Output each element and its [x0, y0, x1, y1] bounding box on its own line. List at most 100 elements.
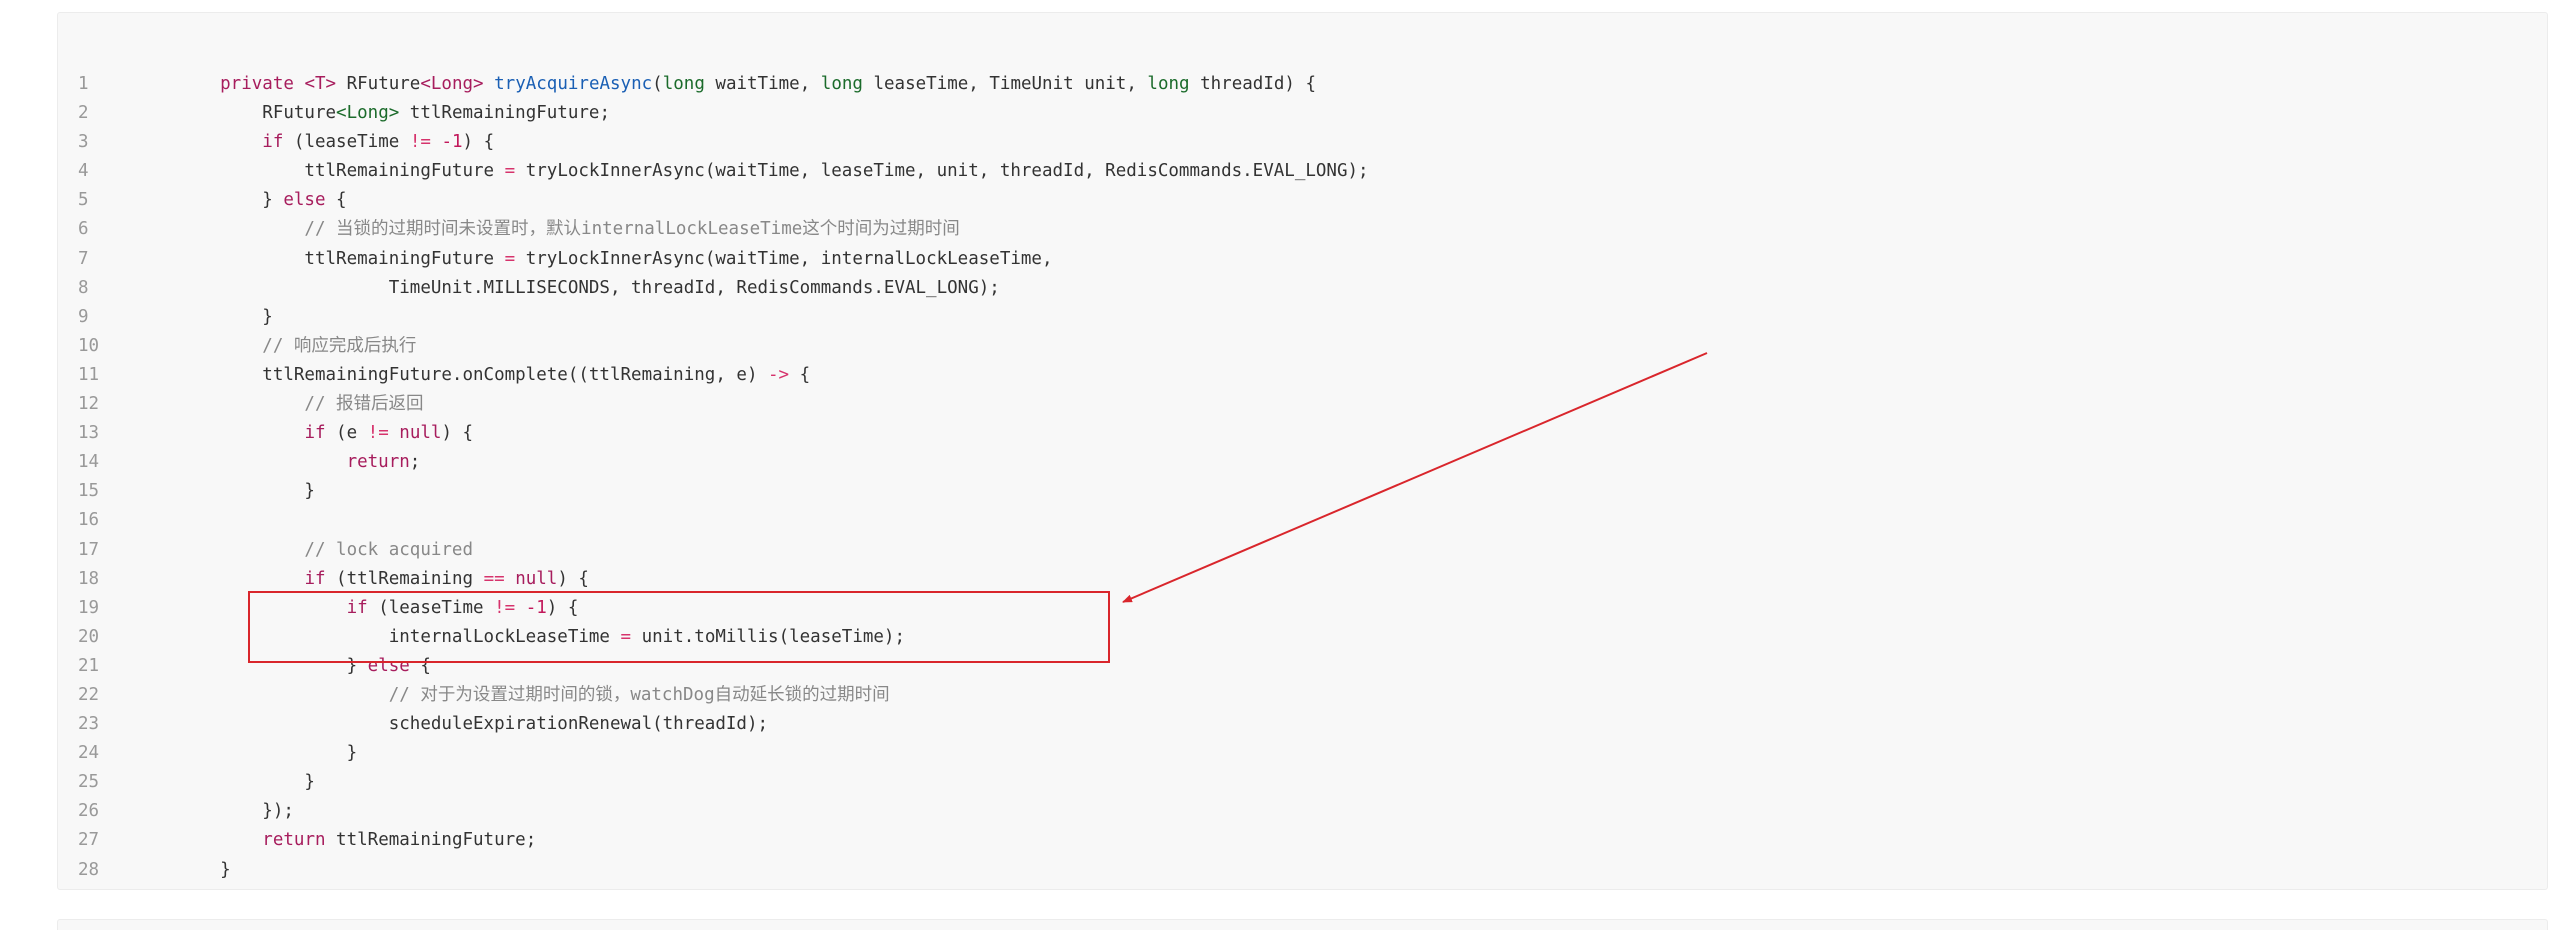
line-number: 12 [78, 394, 100, 415]
code-token: } [178, 190, 284, 211]
line-code: } [178, 477, 315, 506]
code-token: unit.toMillis(leaseTime); [631, 626, 905, 647]
line-code: }); [178, 797, 294, 826]
line-code: // 对于为设置过期时间的锁，watchDog自动延长锁的过期时间 [178, 681, 890, 710]
line-number: 18 [78, 568, 100, 589]
line-code: if (leaseTime != -1) { [178, 128, 494, 157]
line-code: return; [178, 448, 421, 477]
line-code: private <T> RFuture<Long> tryAcquireAsyn… [178, 70, 1316, 99]
line-number: 21 [78, 655, 100, 676]
code-token: RFuture [178, 103, 337, 124]
code-token: tryLockInnerAsync(waitTime, leaseTime, u… [515, 161, 1369, 182]
line-number: 4 [78, 161, 89, 182]
code-token: if [304, 568, 326, 589]
code-token: }); [178, 801, 294, 822]
code-token: } [178, 859, 231, 880]
line-code: // 当锁的过期时间未设置时，默认internalLockLeaseTime这个… [178, 215, 960, 244]
code-token: if [262, 132, 284, 153]
line-number: 8 [78, 277, 89, 298]
code-line: 18 if (ttlRemaining == null) { [58, 565, 2547, 594]
code-token: if [304, 423, 326, 444]
code-token: } [178, 481, 315, 502]
line-number: 1 [78, 74, 89, 94]
code-token: // 报错后返回 [178, 394, 424, 415]
code-token: long [1147, 74, 1190, 94]
code-token: long [820, 74, 863, 94]
line-code: RFuture<Long> ttlRemainingFuture; [178, 99, 610, 128]
code-line: 8 TimeUnit.MILLISECONDS, threadId, Redis… [58, 274, 2547, 303]
code-line: 5 } else { [58, 186, 2547, 215]
line-code: // 响应完成后执行 [178, 332, 416, 361]
code-line: 21 } else { [58, 652, 2547, 681]
code-line: 27 return ttlRemainingFuture; [58, 826, 2547, 855]
line-number: 3 [78, 132, 89, 153]
line-code: return ttlRemainingFuture; [178, 826, 536, 855]
line-code: } else { [178, 186, 346, 215]
code-token: ) { [441, 423, 474, 444]
code-token: -1 [525, 597, 547, 618]
code-token: long [662, 74, 705, 94]
code-line: 4 ttlRemainingFuture = tryLockInnerAsync… [58, 157, 2547, 186]
code-token: null [515, 568, 558, 589]
line-code: if (ttlRemaining == null) { [178, 565, 589, 594]
page: 1 private <T> RFuture<Long> tryAcquireAs… [0, 0, 2551, 930]
line-code: } [178, 739, 358, 768]
code-token: return [262, 830, 326, 851]
code-line: 10 // 响应完成后执行 [58, 332, 2547, 361]
code-line: 24 } [58, 739, 2547, 768]
line-code: ttlRemainingFuture = tryLockInnerAsync(w… [178, 157, 1369, 186]
code-line: 14 return; [58, 448, 2547, 477]
line-number: 5 [78, 190, 89, 211]
code-line: 11 ttlRemainingFuture.onComplete((ttlRem… [58, 361, 2547, 390]
code-token: ttlRemainingFuture; [399, 103, 610, 124]
line-code: if (e != null) { [178, 419, 473, 448]
code-token: ttlRemainingFuture.onComplete((ttlRemain… [178, 364, 769, 385]
code-token: waitTime, [704, 74, 821, 94]
line-number: 13 [78, 423, 100, 444]
code-token: // 当锁的过期时间未设置时，默认internalLockLeaseTime这个… [178, 219, 960, 240]
code-token: -> [768, 364, 790, 385]
code-token: -1 [441, 132, 463, 153]
code-token: } [178, 772, 315, 793]
code-token: ttlRemainingFuture [178, 248, 505, 269]
code-line: 7 ttlRemainingFuture = tryLockInnerAsync… [58, 245, 2547, 274]
line-number: 2 [78, 103, 89, 124]
code-token: (e [325, 423, 368, 444]
code-token: = [620, 626, 632, 647]
line-code: } else { [178, 652, 431, 681]
line-number: 7 [78, 248, 89, 269]
code-block[interactable]: 1 private <T> RFuture<Long> tryAcquireAs… [57, 12, 2548, 890]
code-token: return [346, 452, 410, 473]
line-code: // lock acquired [178, 536, 473, 565]
code-token: ) { [557, 568, 589, 589]
line-number: 24 [78, 743, 100, 764]
code-token: leaseTime, TimeUnit unit, [862, 74, 1148, 94]
line-code: internalLockLeaseTime = unit.toMillis(le… [178, 623, 905, 652]
code-line: 17 // lock acquired [58, 536, 2547, 565]
code-token: <T> [304, 74, 347, 94]
code-line: 6 // 当锁的过期时间未设置时，默认internalLockLeaseTime… [58, 215, 2547, 244]
line-code: if (leaseTime != -1) { [178, 594, 579, 623]
code-line: 25 } [58, 768, 2547, 797]
code-token: <Long> [420, 74, 495, 94]
next-code-block[interactable] [57, 919, 2548, 930]
code-token: != [494, 597, 516, 618]
code-token: // lock acquired [178, 539, 474, 560]
code-token: = [504, 248, 516, 269]
code-token: tryLockInnerAsync(waitTime, internalLock… [515, 248, 1053, 269]
code-line: 2 RFuture<Long> ttlRemainingFuture; [58, 99, 2547, 128]
line-code: } [178, 768, 315, 797]
code-token: tryAcquireAsync [494, 74, 653, 94]
line-number: 15 [78, 481, 100, 502]
code-token: <Long> [336, 103, 400, 124]
line-code: TimeUnit.MILLISECONDS, threadId, RedisCo… [178, 274, 1000, 303]
code-line: 12 // 报错后返回 [58, 390, 2547, 419]
line-code: } [178, 856, 231, 885]
line-number: 22 [78, 684, 100, 705]
code-token: if [346, 597, 368, 618]
